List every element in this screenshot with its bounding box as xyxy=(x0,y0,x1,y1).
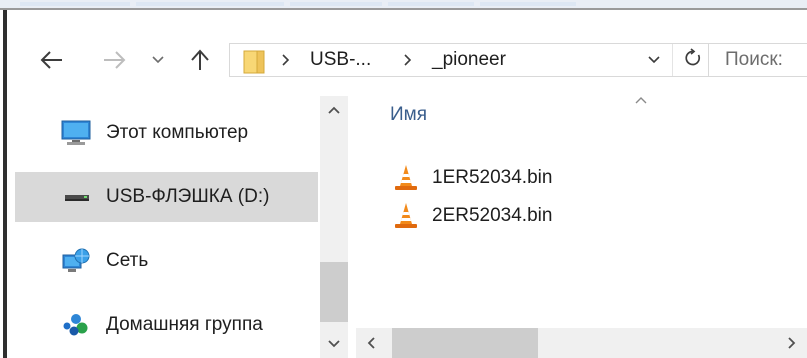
address-dropdown-button[interactable] xyxy=(646,52,662,68)
file-item[interactable]: 1ER52034.bin xyxy=(392,160,692,196)
vlc-cone-icon xyxy=(392,164,420,192)
forward-button[interactable] xyxy=(98,48,130,72)
column-header-name[interactable]: Имя xyxy=(390,104,427,126)
sort-ascending-icon xyxy=(634,92,648,104)
arrow-left-icon xyxy=(40,50,64,70)
sidebar-item-homegroup[interactable]: Домашняя группа xyxy=(15,300,318,350)
homegroup-icon xyxy=(61,311,91,339)
back-button[interactable] xyxy=(36,48,68,72)
navigation-pane-scrollbar[interactable] xyxy=(320,96,348,358)
breadcrumb-usb-drive[interactable]: USB-... xyxy=(310,44,371,76)
breadcrumb-pioneer[interactable]: _pioneer xyxy=(432,44,506,76)
sidebar-item-label: Домашняя группа xyxy=(106,314,263,335)
scroll-right-button[interactable] xyxy=(777,328,807,358)
title-strip xyxy=(0,0,807,8)
network-icon xyxy=(61,247,91,275)
vlc-cone-icon xyxy=(392,202,420,230)
arrow-right-icon xyxy=(102,50,126,70)
address-bar[interactable]: USB-... _pioneer xyxy=(229,43,713,77)
navigation-bar: USB-... _pioneer xyxy=(8,10,807,96)
file-name: 2ER52034.bin xyxy=(432,205,553,226)
sidebar-item-this-pc[interactable]: Этот компьютер xyxy=(15,108,318,158)
search-input[interactable] xyxy=(725,44,807,76)
sidebar-item-network[interactable]: Сеть xyxy=(15,236,318,286)
file-name: 1ER52034.bin xyxy=(432,167,553,188)
file-item[interactable]: 2ER52034.bin xyxy=(392,198,692,234)
refresh-icon xyxy=(684,47,702,73)
scroll-up-button[interactable] xyxy=(320,96,348,124)
breadcrumb-separator-icon[interactable] xyxy=(402,53,414,67)
file-list-horizontal-scrollbar[interactable] xyxy=(356,328,807,358)
navigation-pane: Этот компьютер USB-ФЛЭШКА (D:) Сеть Дома… xyxy=(8,96,348,358)
scrollbar-thumb[interactable] xyxy=(392,328,538,358)
sidebar-item-label: Сеть xyxy=(106,250,149,271)
refresh-button[interactable] xyxy=(672,44,712,76)
scroll-left-button[interactable] xyxy=(356,328,386,358)
chevron-down-icon xyxy=(152,56,164,64)
sidebar-item-label: USB-ФЛЭШКА (D:) xyxy=(106,186,270,207)
file-list-pane: Имя 1ER52034.bin 2ER52034.bin xyxy=(356,96,807,358)
window-left-edge xyxy=(0,10,8,358)
scrollbar-thumb[interactable] xyxy=(320,262,348,322)
usb-drive-icon xyxy=(61,183,91,211)
arrow-up-icon xyxy=(190,49,210,71)
up-button[interactable] xyxy=(186,46,214,74)
file-explorer-window: USB-... _pioneer Поиск: Этот компьютер U… xyxy=(0,0,807,358)
search-box[interactable] xyxy=(708,43,807,77)
computer-icon xyxy=(61,119,91,147)
recent-locations-button[interactable] xyxy=(148,50,168,70)
folder-icon xyxy=(243,50,265,74)
sidebar-item-label: Этот компьютер xyxy=(106,122,249,143)
sidebar-item-usb-drive[interactable]: USB-ФЛЭШКА (D:) xyxy=(15,172,318,222)
breadcrumb-separator-icon[interactable] xyxy=(280,53,292,67)
scroll-down-button[interactable] xyxy=(320,330,348,358)
